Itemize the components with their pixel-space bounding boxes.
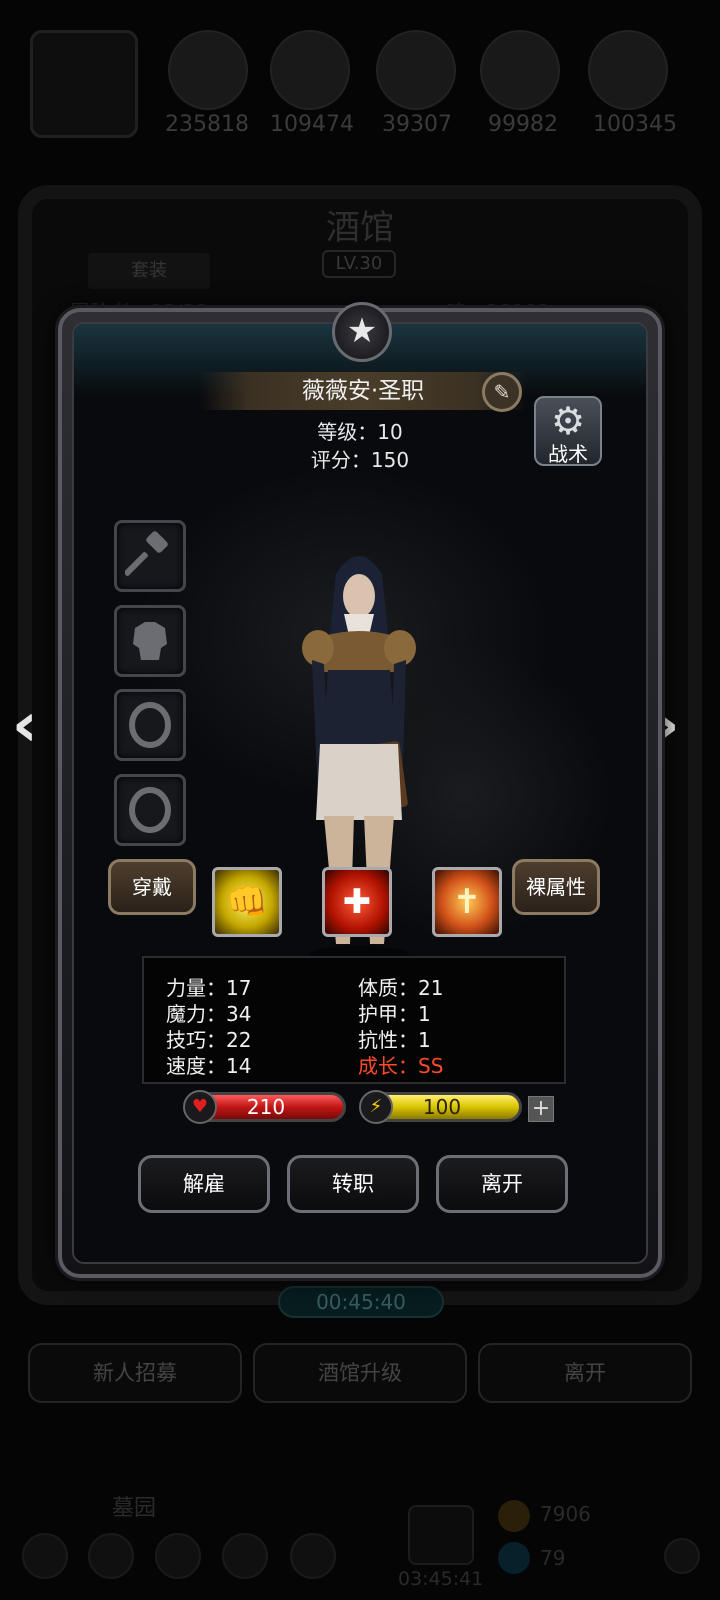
coin-count: 7906 bbox=[540, 1502, 591, 1526]
menu-icon[interactable] bbox=[664, 1538, 700, 1574]
crystal-icon bbox=[480, 30, 560, 110]
metal-icon bbox=[588, 30, 668, 110]
hp-value: 210 bbox=[246, 1095, 286, 1119]
armor-icon bbox=[133, 622, 167, 660]
tavern-timer: 00:45:40 bbox=[278, 1286, 444, 1318]
prev-hero-arrow-icon[interactable]: ‹‹ bbox=[12, 690, 48, 760]
resource-value: 39307 bbox=[382, 112, 452, 137]
coin-icon bbox=[498, 1500, 530, 1532]
leave-button[interactable]: 离开 bbox=[436, 1155, 568, 1213]
recruit-button[interactable]: 新人招募 bbox=[28, 1343, 242, 1403]
fist-skill-icon: 👊 bbox=[225, 882, 269, 922]
stat-magic: 魔力：34 bbox=[166, 1002, 252, 1026]
tactics-button[interactable]: ⚙ 战术 bbox=[534, 396, 602, 466]
stat-armor: 护甲：1 bbox=[358, 1002, 431, 1026]
menu-icon[interactable] bbox=[222, 1533, 268, 1579]
wood-icon bbox=[270, 30, 350, 110]
star-icon: ★ bbox=[332, 302, 392, 362]
armor-slot[interactable] bbox=[114, 605, 186, 677]
edit-name-icon[interactable]: ✎ bbox=[482, 372, 522, 412]
resource-value: 99982 bbox=[488, 112, 558, 137]
menu-icon[interactable] bbox=[22, 1533, 68, 1579]
tavern-upgrade-button[interactable]: 酒馆升级 bbox=[253, 1343, 467, 1403]
hero-portrait-slot bbox=[30, 30, 138, 138]
menu-icon[interactable] bbox=[155, 1533, 201, 1579]
ring-slot[interactable] bbox=[114, 689, 186, 761]
hammer-icon bbox=[125, 531, 168, 576]
ring-icon bbox=[129, 702, 171, 748]
skill-slot[interactable]: ✚ bbox=[322, 867, 392, 937]
lightning-icon: ⚡ bbox=[359, 1090, 393, 1124]
resource-value: 109474 bbox=[270, 112, 354, 137]
tactics-label: 战术 bbox=[548, 442, 588, 466]
hero-name: 薇薇安·圣职 bbox=[200, 372, 526, 410]
add-energy-button[interactable]: + bbox=[528, 1096, 554, 1122]
heart-icon: ♥ bbox=[183, 1090, 217, 1124]
gold-ore-icon bbox=[168, 30, 248, 110]
change-class-button[interactable]: 转职 bbox=[287, 1155, 419, 1213]
resource-value: 235818 bbox=[165, 112, 249, 137]
gift-icon[interactable] bbox=[408, 1505, 474, 1565]
ring-icon bbox=[129, 787, 171, 833]
hp-bar: ♥ 210 bbox=[183, 1090, 346, 1124]
tavern-title: 酒馆 bbox=[326, 208, 394, 248]
dismiss-button[interactable]: 解雇 bbox=[138, 1155, 270, 1213]
graveyard-label: 墓园 bbox=[112, 1496, 157, 1521]
tab-set[interactable]: 套装 bbox=[88, 253, 210, 289]
gem-icon bbox=[498, 1542, 530, 1574]
gem-count: 79 bbox=[540, 1546, 566, 1570]
tavern-level: LV.30 bbox=[322, 250, 396, 278]
gift-timer: 03:45:41 bbox=[398, 1568, 484, 1590]
energy-bar: ⚡ 100 bbox=[359, 1090, 522, 1124]
skill-slot[interactable]: 👊 bbox=[212, 867, 282, 937]
stats-panel: 力量：17 魔力：34 技巧：22 速度：14 体质：21 护甲：1 抗性：1 … bbox=[142, 956, 566, 1084]
stat-growth: 成长：SS bbox=[358, 1054, 444, 1078]
tavern-leave-button[interactable]: 离开 bbox=[478, 1343, 692, 1403]
stat-speed: 速度：14 bbox=[166, 1054, 252, 1078]
stat-constitution: 体质：21 bbox=[358, 976, 444, 1000]
stat-resistance: 抗性：1 bbox=[358, 1028, 431, 1052]
stat-skill: 技巧：22 bbox=[166, 1028, 252, 1052]
wear-button[interactable]: 穿戴 bbox=[108, 859, 196, 915]
stone-icon bbox=[376, 30, 456, 110]
holy-fire-skill-icon: ✝ bbox=[452, 882, 482, 922]
hero-detail-dialog: ★ 薇薇安·圣职 ✎ 等级：10 评分：150 ⚙ 战术 穿戴 👊 ✚ ✝ 裸属… bbox=[58, 302, 662, 1278]
ring-slot[interactable] bbox=[114, 774, 186, 846]
heal-cross-skill-icon: ✚ bbox=[342, 882, 372, 922]
menu-icon[interactable] bbox=[88, 1533, 134, 1579]
menu-icon[interactable] bbox=[290, 1533, 336, 1579]
stat-strength: 力量：17 bbox=[166, 976, 252, 1000]
weapon-slot[interactable] bbox=[114, 520, 186, 592]
base-attributes-button[interactable]: 裸属性 bbox=[512, 859, 600, 915]
resource-value: 100345 bbox=[593, 112, 677, 137]
gear-icon: ⚙ bbox=[550, 399, 586, 443]
skill-slot[interactable]: ✝ bbox=[432, 867, 502, 937]
energy-value: 100 bbox=[422, 1095, 462, 1119]
